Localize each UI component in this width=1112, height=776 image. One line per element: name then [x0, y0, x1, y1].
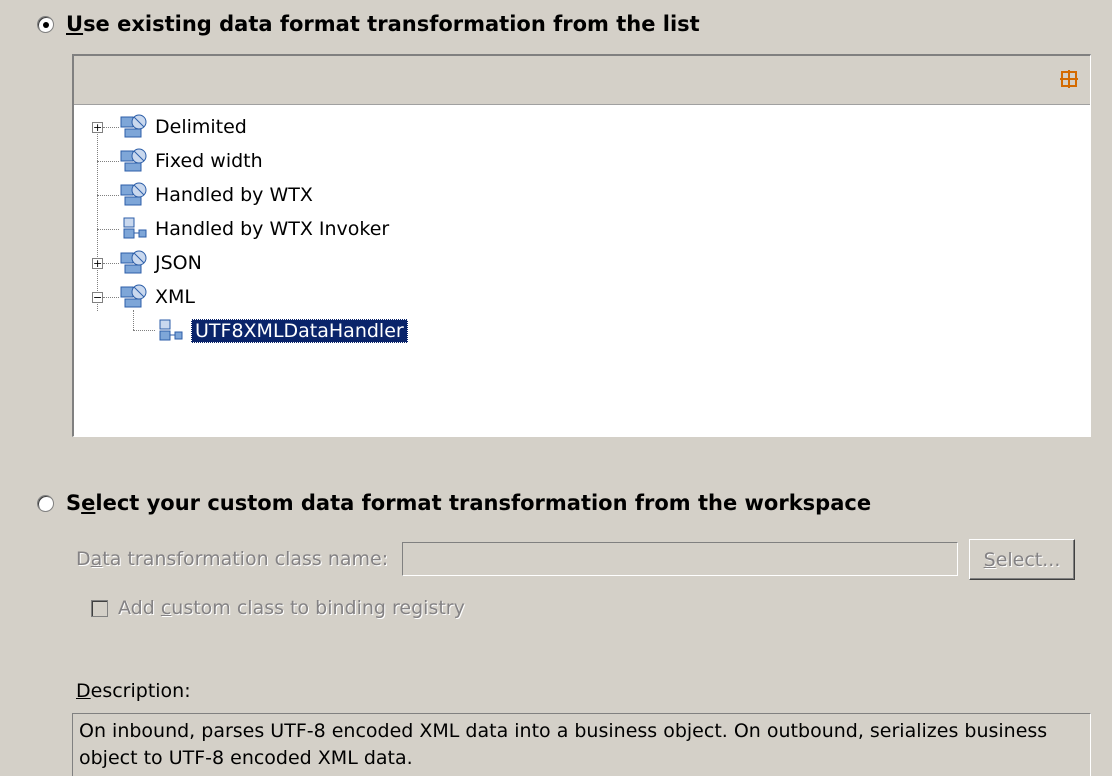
data-handler-icon	[159, 319, 183, 341]
use-existing-radio[interactable]	[37, 15, 54, 33]
tree-toolbar	[74, 56, 1090, 105]
expand-delimited-toggle[interactable]: +	[92, 122, 103, 133]
transformation-tree-panel: + + − Delimited Fixed width Handled by W…	[72, 54, 1091, 437]
registry-checkbox-row[interactable]: Add custom class to binding registry	[91, 597, 465, 619]
tree-item-handled-by-wtx-invoker[interactable]: Handled by WTX Invoker	[119, 214, 389, 244]
select-custom-label: Select your custom data format transform…	[66, 491, 872, 515]
tree-item-handled-by-wtx[interactable]: Handled by WTX	[119, 180, 313, 210]
transformation-group-icon	[120, 148, 147, 172]
tree-item-label: Handled by WTX Invoker	[155, 218, 390, 240]
class-name-label: Data transformation class name:	[76, 548, 389, 570]
select-custom-radio[interactable]	[37, 494, 54, 512]
description-text: On inbound, parses UTF-8 encoded XML dat…	[72, 713, 1091, 776]
tree-item-delimited[interactable]: Delimited	[119, 112, 247, 142]
registry-checkbox[interactable]	[91, 599, 108, 617]
transformation-group-icon	[120, 250, 147, 274]
transformation-group-icon	[120, 114, 147, 138]
registry-checkbox-label: Add custom class to binding registry	[118, 597, 465, 619]
tree-item-xml[interactable]: XML	[119, 282, 195, 312]
select-button[interactable]: Select...	[969, 539, 1075, 580]
tree-item-fixed-width[interactable]: Fixed width	[119, 146, 263, 176]
expand-json-toggle[interactable]: +	[92, 258, 103, 269]
data-handler-icon	[123, 217, 147, 239]
transformation-tree[interactable]: + + − Delimited Fixed width Handled by W…	[74, 105, 1090, 436]
transformation-group-icon	[120, 284, 147, 308]
tree-item-label: Delimited	[155, 116, 247, 138]
use-existing-option[interactable]: Use existing data format transformation …	[37, 12, 700, 36]
tree-item-utf8xmldatahandler[interactable]: UTF8XMLDataHandler	[155, 316, 408, 346]
tree-item-label: XML	[155, 286, 195, 308]
collapse-xml-toggle[interactable]: −	[92, 292, 103, 303]
tree-item-label: Handled by WTX	[155, 184, 313, 206]
tree-item-label-selected: UTF8XMLDataHandler	[191, 319, 408, 343]
maximize-icon[interactable]	[1060, 70, 1078, 88]
description-label: Description:	[76, 680, 191, 702]
tree-item-label: Fixed width	[155, 150, 263, 172]
tree-item-json[interactable]: JSON	[119, 248, 202, 278]
transformation-group-icon	[120, 182, 147, 206]
class-name-field[interactable]	[402, 542, 958, 576]
tree-item-label: JSON	[155, 252, 202, 274]
use-existing-label: Use existing data format transformation …	[66, 12, 700, 36]
select-custom-option[interactable]: Select your custom data format transform…	[37, 491, 871, 515]
